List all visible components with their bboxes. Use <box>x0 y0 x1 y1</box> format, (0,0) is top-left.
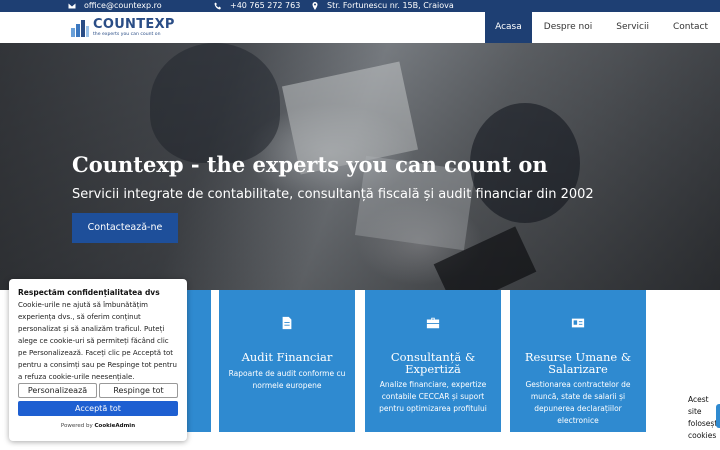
id-card-icon <box>571 318 585 328</box>
nav-item-acasa[interactable]: Acasa <box>485 12 532 43</box>
cookie-reject-button[interactable]: Respinge tot <box>99 383 178 398</box>
service-title: Resurse Umane & Salarizare <box>524 350 632 376</box>
service-text: Rapoarte de audit conforme cu normele eu… <box>228 369 346 390</box>
contact-cta-button[interactable]: Contactează-ne <box>72 213 178 243</box>
logo-tagline: the experts you can count on <box>93 32 161 37</box>
email-text: office@countexp.ro <box>84 1 162 10</box>
briefcase-icon <box>426 317 440 329</box>
cookieadmin-brand: CookieAdmin <box>94 423 136 429</box>
service-card-audit[interactable]: Audit Financiar Rapoarte de audit confor… <box>219 290 355 432</box>
side-notice-line: Acest <box>688 395 709 404</box>
cookie-customize-button[interactable]: Personalizează <box>18 383 97 398</box>
site-logo[interactable]: COUNTEXP the experts you can count on <box>70 15 180 41</box>
contact-email[interactable]: office@countexp.ro <box>68 1 162 10</box>
hero-subtitle: Servicii integrate de contabilitate, con… <box>72 187 594 202</box>
hero-title: Countexp - the experts you can count on <box>72 152 548 177</box>
site-header: COUNTEXP the experts you can count on Ac… <box>0 12 720 43</box>
nav-item-contact[interactable]: Contact <box>661 12 720 43</box>
service-title: Consultanță & Expertiză <box>390 350 476 376</box>
nav-item-despre-noi[interactable]: Despre noi <box>532 12 604 43</box>
service-card-consultanta[interactable]: Consultanță & Expertiză Analize financia… <box>365 290 501 432</box>
cookie-accept-button[interactable]: Acceptă tot <box>18 401 178 416</box>
address-text: Str. Fortunescu nr. 15B, Craiova <box>327 1 454 10</box>
envelope-icon <box>68 3 76 8</box>
cookie-powered-by[interactable]: Powered by CookieAdmin <box>9 423 187 429</box>
cookie-title: Respectăm confidențialitatea dvs <box>18 288 160 297</box>
cookie-text: Cookie-urile ne ajută să îmbunătățim exp… <box>18 301 177 381</box>
nav-item-servicii[interactable]: Servicii <box>604 12 661 43</box>
hero-banner: Countexp - the experts you can count on … <box>0 43 720 290</box>
service-text: Gestionarea contractelor de muncă, state… <box>525 380 631 425</box>
document-icon <box>282 316 292 330</box>
service-title: Audit Financiar <box>241 350 333 364</box>
service-text: Analize financiare, expertize contabile … <box>379 380 487 413</box>
logo-name: COUNTEXP <box>93 17 175 32</box>
service-card-resurse-umane[interactable]: Resurse Umane & Salarizare Gestionarea c… <box>510 290 646 432</box>
powered-prefix: Powered by <box>60 423 93 429</box>
logo-mark-icon <box>71 20 89 37</box>
cookie-consent-dialog: Respectăm confidențialitatea dvs Cookie-… <box>9 279 187 441</box>
top-contact-bar: office@countexp.ro +40 765 272 763 Str. … <box>0 0 720 12</box>
main-nav: Acasa Despre noi Servicii Contact <box>485 12 720 43</box>
cookie-side-tab[interactable] <box>716 404 720 428</box>
map-marker-icon <box>312 1 318 10</box>
phone-text: +40 765 272 763 <box>230 1 301 10</box>
contact-phone[interactable]: +40 765 272 763 <box>214 1 300 10</box>
phone-icon <box>214 2 221 9</box>
contact-address: Str. Fortunescu nr. 15B, Craiova <box>311 1 454 10</box>
side-notice-line: cookies <box>688 431 717 440</box>
